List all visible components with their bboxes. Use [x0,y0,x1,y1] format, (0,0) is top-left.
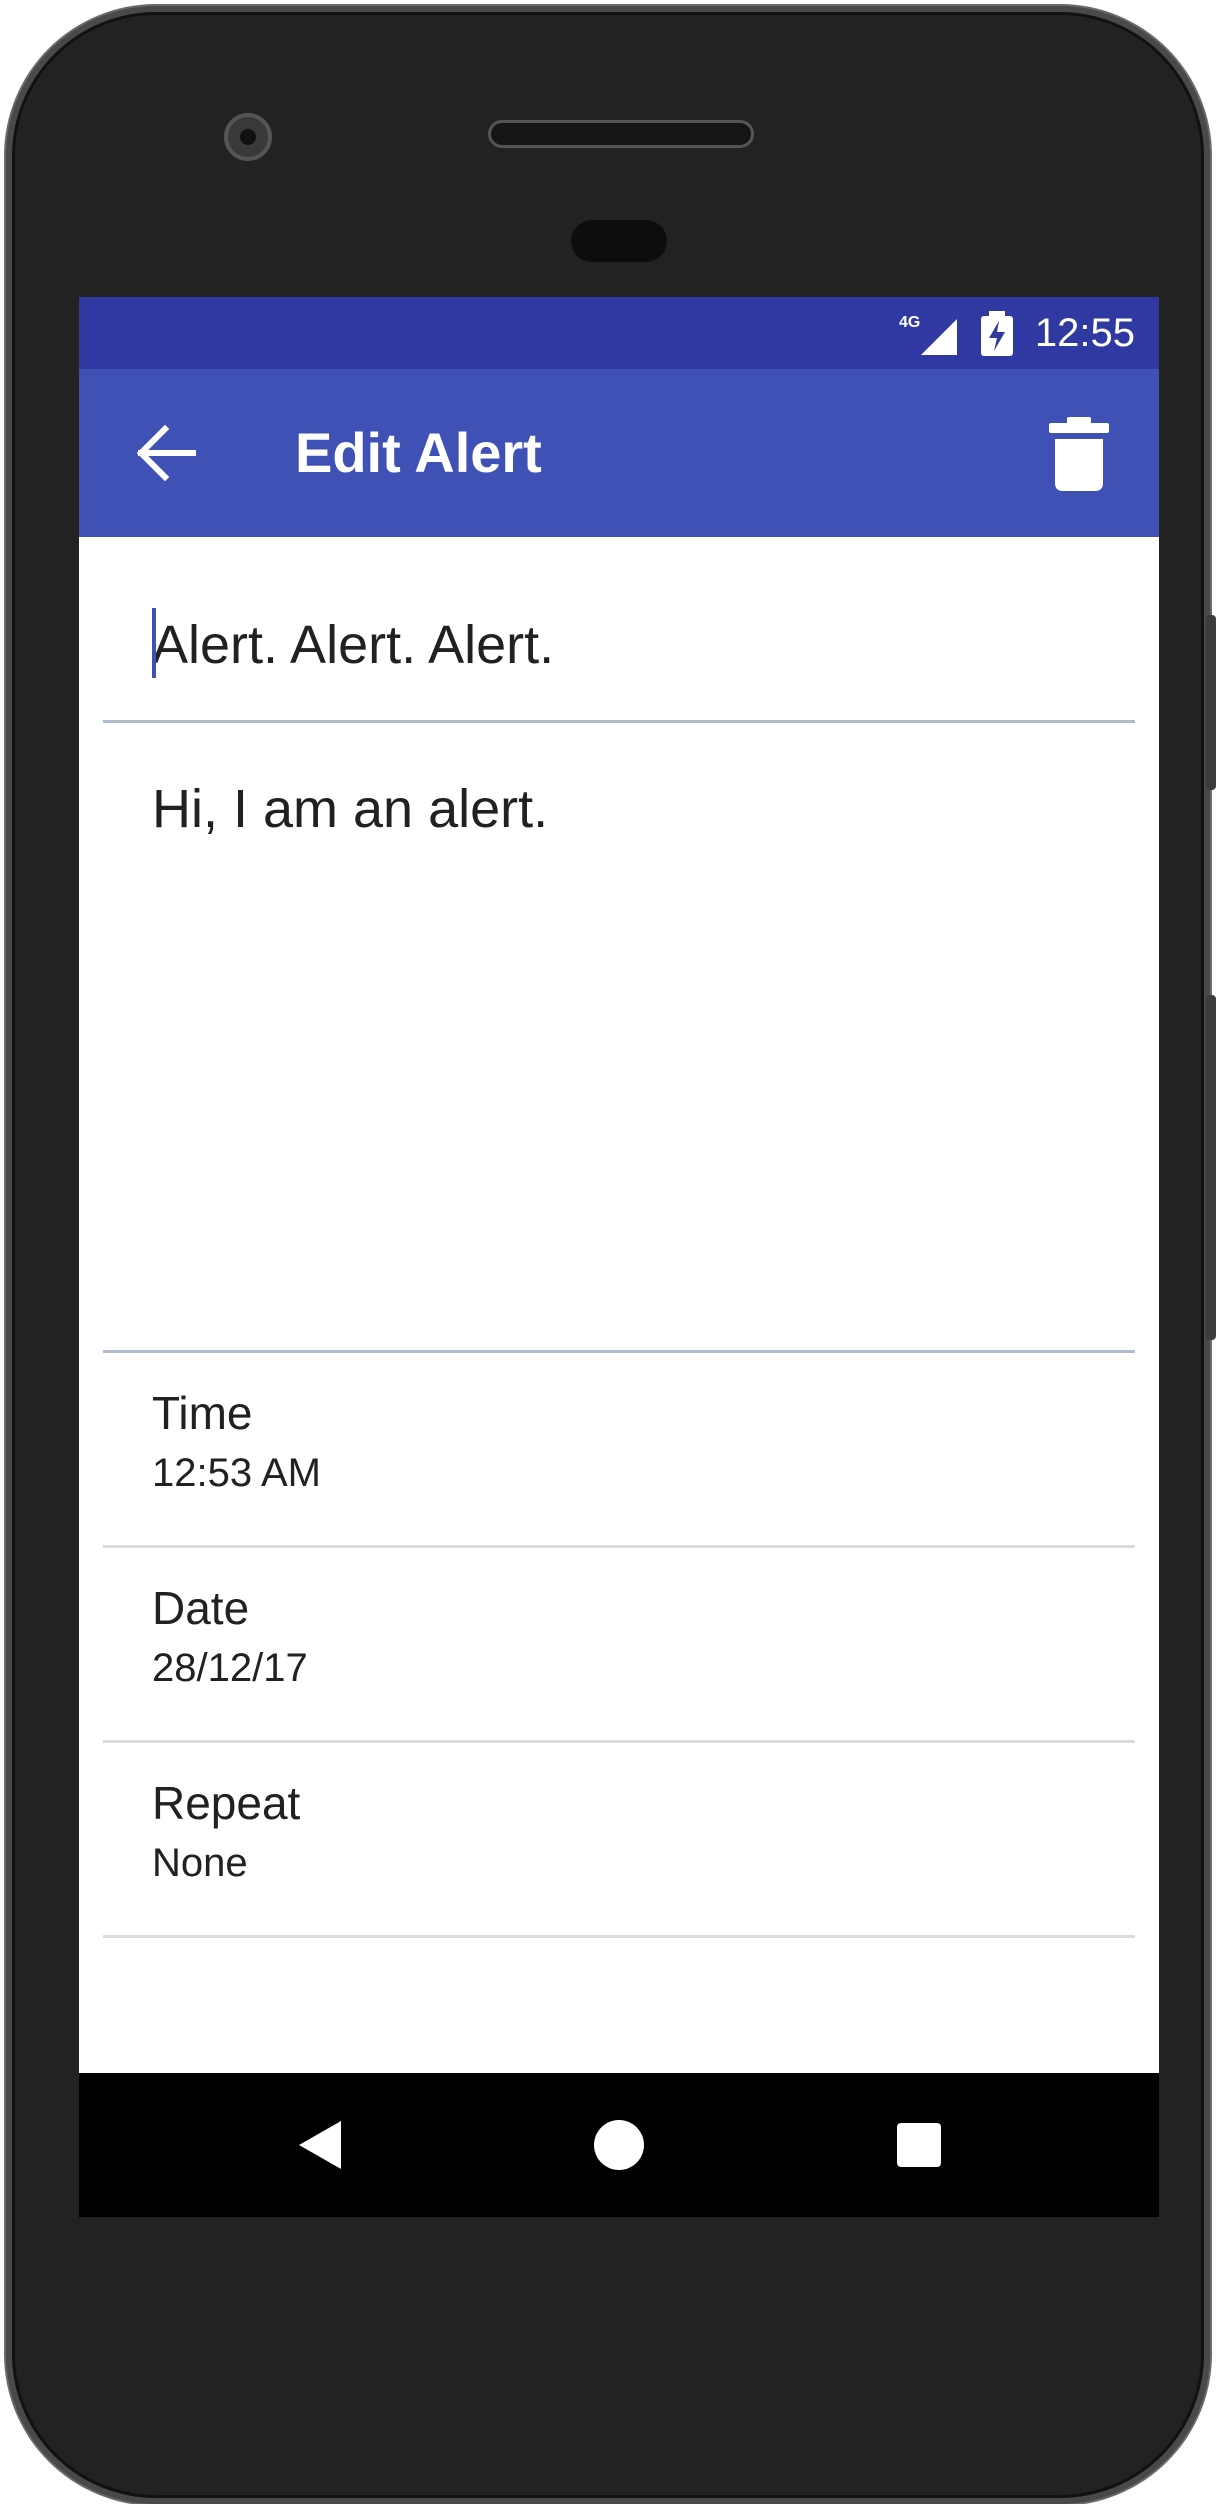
repeat-setting-row[interactable]: Repeat None [103,1743,1135,1938]
proximity-sensor [571,220,667,262]
page-title: Edit Alert [295,421,542,484]
signal-icon: 4G [899,314,957,355]
nav-back-icon[interactable] [297,2119,343,2171]
time-setting-row[interactable]: Time 12:53 AM [103,1353,1135,1548]
screen: 4G 12:55 Edit Alert Alert. Alert. Alert.… [79,297,1159,2217]
nav-recent-apps-icon[interactable] [897,2123,941,2167]
network-type-label: 4G [899,314,920,331]
time-label: Time [152,1387,253,1439]
delete-icon[interactable] [1039,413,1119,493]
status-time: 12:55 [1034,311,1135,355]
time-value: 12:53 AM [152,1451,322,1495]
phone-frame: 4G 12:55 Edit Alert Alert. Alert. Alert.… [6,6,1210,2504]
battery-charging-icon [981,311,1013,356]
power-button [1206,615,1216,790]
front-camera [224,113,272,161]
date-value: 28/12/17 [152,1646,308,1690]
alert-title-text: Alert. Alert. Alert. [152,615,555,675]
date-label: Date [152,1582,250,1634]
alert-title-input[interactable]: Alert. Alert. Alert. [103,537,1135,723]
arrow-back-icon[interactable] [127,413,207,493]
alert-body-input[interactable]: Hi, I am an alert. [103,723,1135,1353]
system-nav-bar [79,2073,1159,2217]
alert-body-text: Hi, I am an alert. [152,779,549,839]
repeat-value: None [152,1841,248,1885]
repeat-label: Repeat [152,1777,301,1829]
status-bar: 4G 12:55 [79,297,1159,369]
date-setting-row[interactable]: Date 28/12/17 [103,1548,1135,1743]
app-bar: Edit Alert [79,369,1159,537]
earpiece-speaker [488,120,754,148]
nav-home-icon[interactable] [594,2120,644,2170]
text-cursor [152,608,156,678]
volume-button [1206,995,1216,1340]
